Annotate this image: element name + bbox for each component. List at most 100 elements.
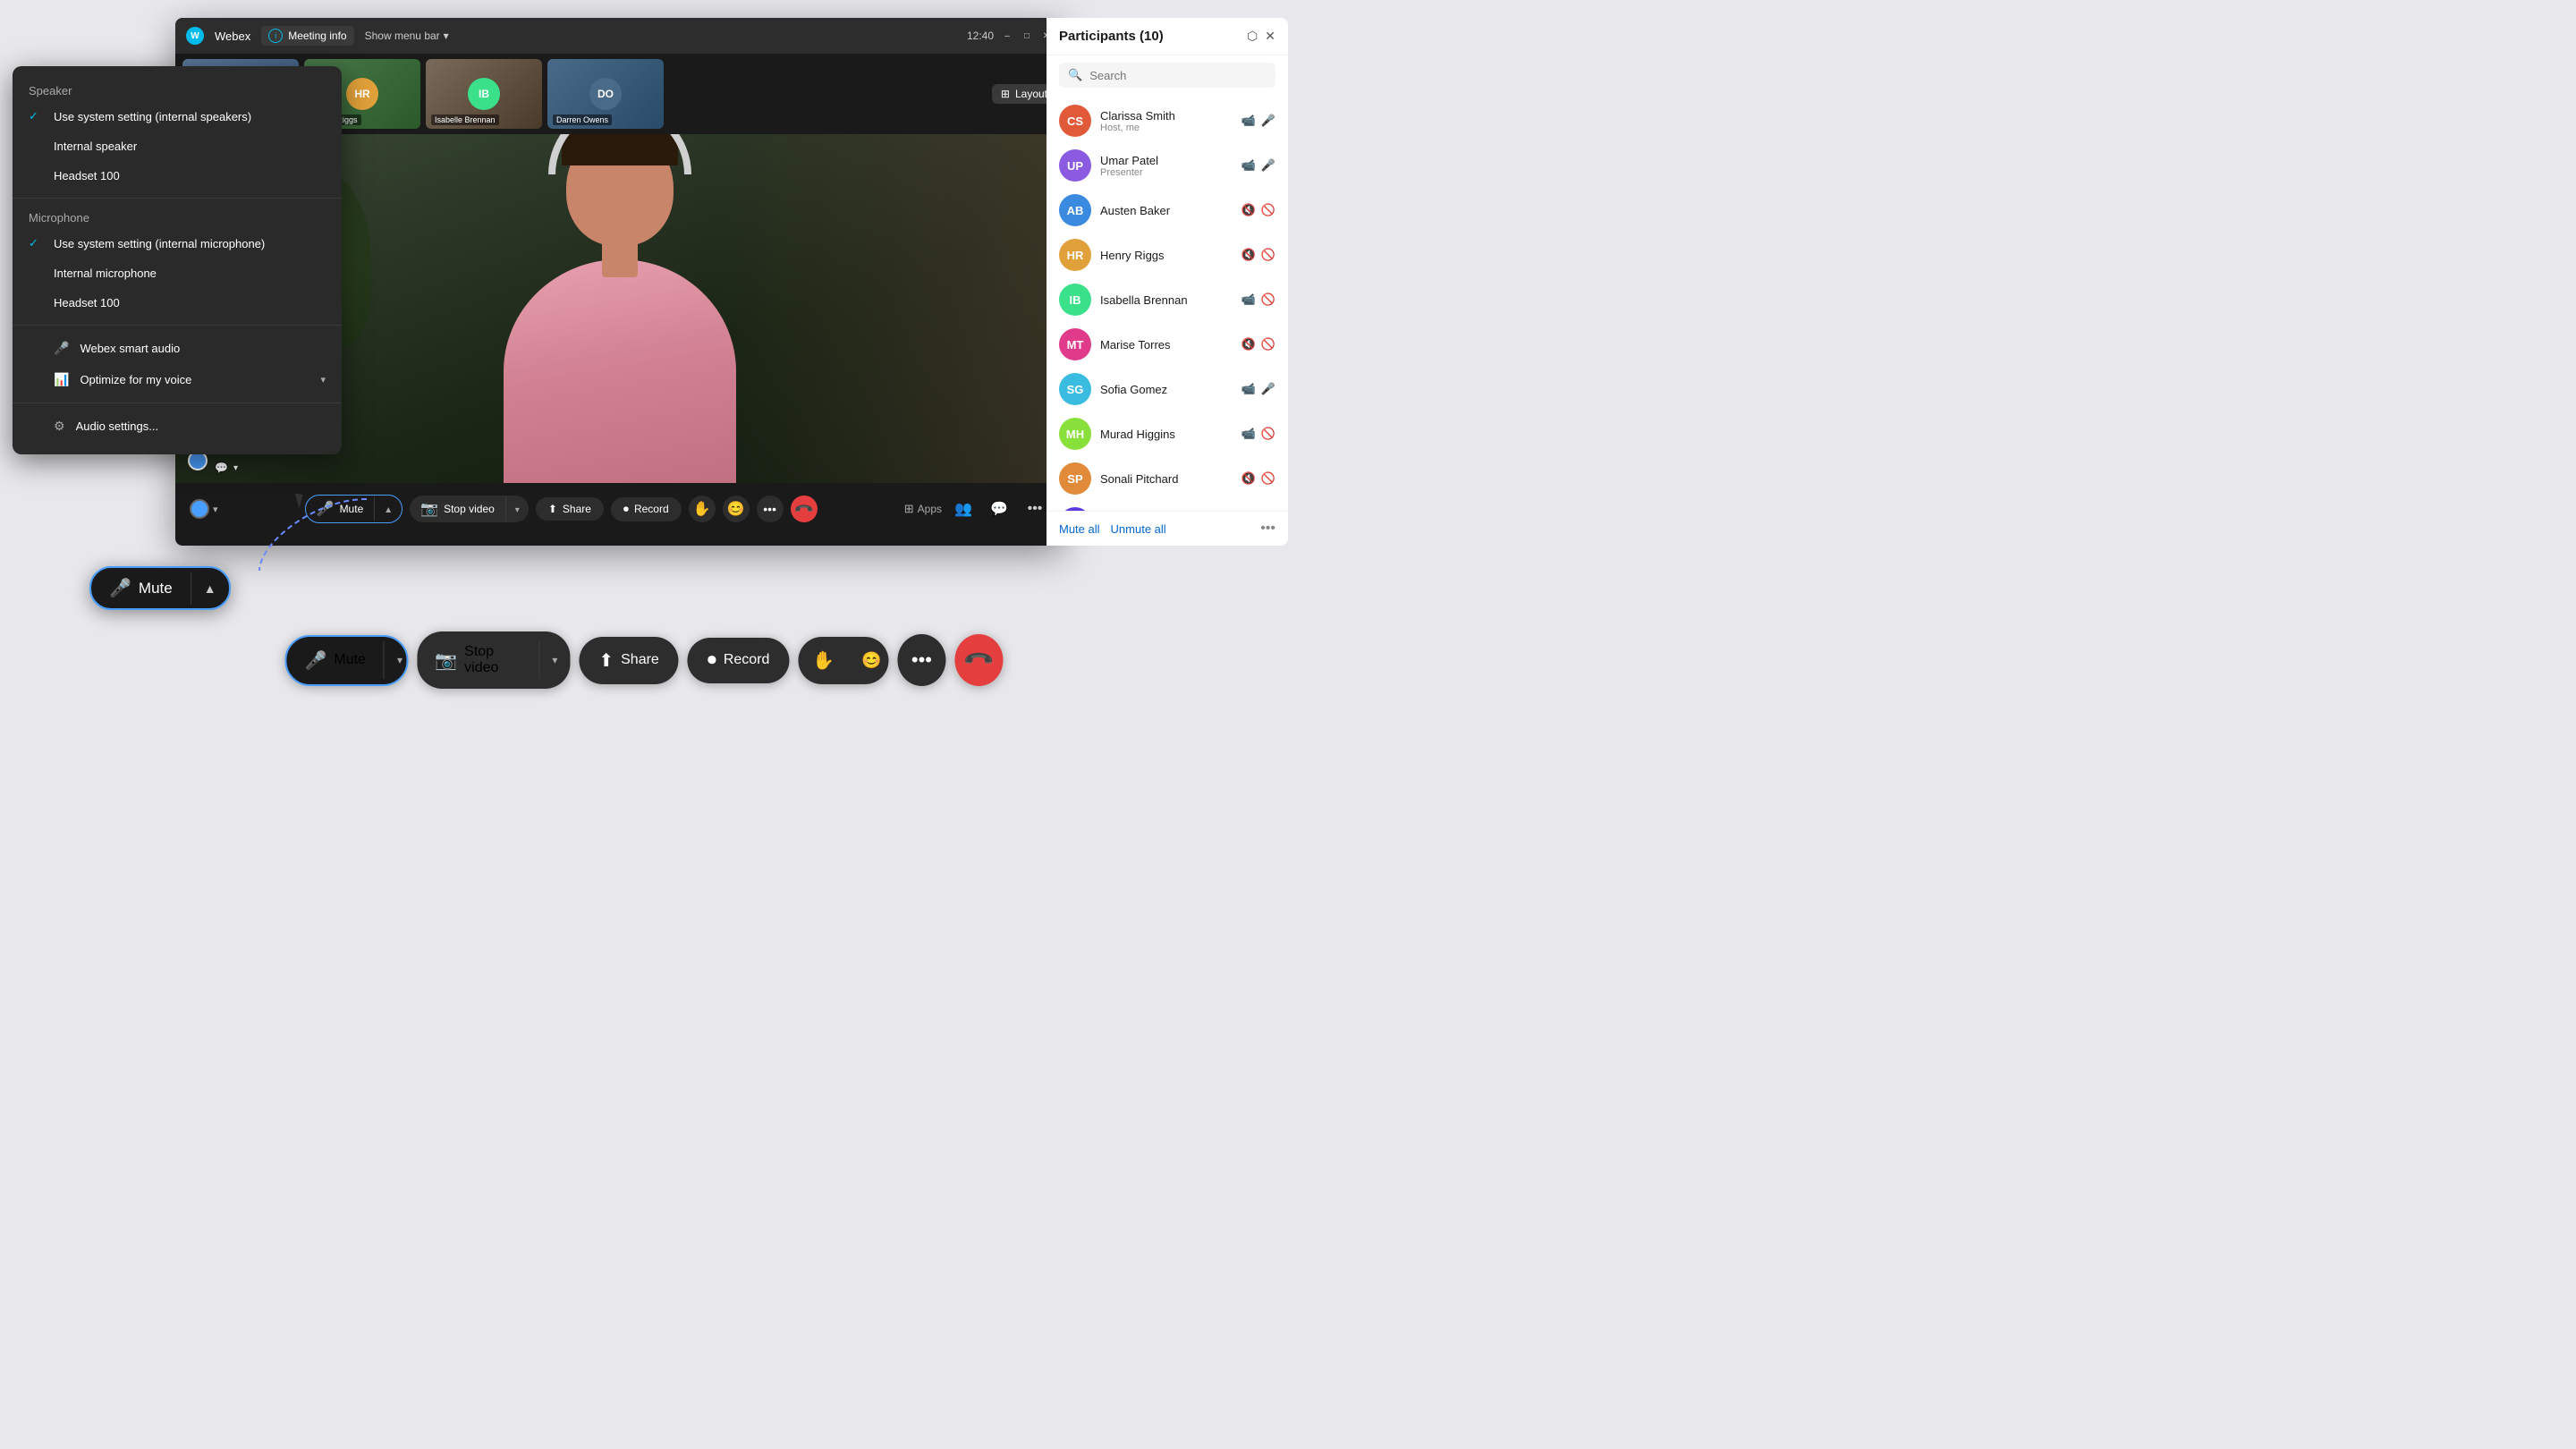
settings-icon: ⚙ — [54, 419, 65, 434]
toolbar-share-button[interactable]: ⬆ Share — [579, 637, 678, 684]
video-status-icon: 📹 — [1241, 382, 1256, 396]
toolbar-emoji-icon: 😊 — [861, 651, 881, 669]
participant-item-0[interactable]: CS Clarissa Smith Host, me 📹 🎤 — [1046, 98, 1288, 143]
participant-item-7[interactable]: MH Murad Higgins 📹 🚫 — [1046, 411, 1288, 456]
headset-mic-item[interactable]: Headset 100 — [13, 288, 342, 318]
activity-indicator — [190, 499, 209, 519]
toolbar-emoji-button[interactable]: 😊 — [849, 639, 888, 682]
mute-button-large[interactable]: 🎤 Mute ▲ — [89, 566, 231, 610]
unmute-all-button[interactable]: Unmute all — [1111, 522, 1166, 536]
audio-settings-label: Audio settings... — [76, 419, 159, 433]
search-input[interactable] — [1089, 69, 1267, 82]
mute-chevron-button[interactable]: ▲ — [374, 496, 402, 521]
expand-icon[interactable]: ⬡ — [1247, 29, 1258, 44]
participant-item-3[interactable]: HR Henry Riggs 🔇 🚫 — [1046, 233, 1288, 277]
participant-controls: 🔇 🚫 — [1241, 337, 1275, 352]
show-menu-button[interactable]: Show menu bar ▾ — [365, 30, 449, 42]
participant-avatar: CS — [1059, 105, 1091, 137]
stop-video-button-group[interactable]: 📷 Stop video ▾ — [410, 496, 529, 522]
emoji-icon: 😊 — [727, 500, 745, 518]
toolbar-reactions-group[interactable]: ✋ 😊 — [798, 637, 888, 684]
thumbnail-darren[interactable]: DO Darren Owens — [547, 59, 664, 129]
more-options-button[interactable]: ••• — [757, 496, 784, 522]
participant-controls: 🔇 🚫 — [1241, 248, 1275, 262]
mute-chevron-large-button[interactable]: ▲ — [191, 572, 229, 605]
mute-all-button[interactable]: Mute all — [1059, 522, 1100, 536]
mute-main-button[interactable]: 🎤 Mute — [306, 496, 375, 522]
thumbnail-darren-label: Darren Owens — [553, 114, 612, 125]
toolbar-video-chevron-icon: ▾ — [552, 654, 557, 666]
toolbar-mute-chevron[interactable]: ▾ — [384, 641, 408, 679]
meeting-info-button[interactable]: i Meeting info — [261, 26, 353, 46]
stop-video-main-button[interactable]: 📷 Stop video — [410, 496, 505, 522]
participant-avatar: SG — [1059, 373, 1091, 405]
panel-header: Participants (10) ⬡ ✕ — [1046, 18, 1288, 55]
participant-avatar: SP — [1059, 462, 1091, 495]
toolbar-stop-video-button[interactable]: 📷 Stop video — [417, 631, 538, 689]
chat-icon: 💬 — [990, 500, 1008, 518]
optimize-voice-item[interactable]: 📊 Optimize for my voice ▾ — [13, 364, 342, 395]
mute-button-group[interactable]: 🎤 Mute ▲ — [305, 495, 403, 523]
end-call-button[interactable]: 📞 — [791, 496, 818, 522]
audio-settings-item[interactable]: ⚙ Audio settings... — [13, 411, 342, 442]
participant-info: Isabella Brennan — [1100, 293, 1233, 307]
video-status-icon: 📹 — [1241, 114, 1256, 128]
video-status-icon: 📹 — [1241, 292, 1256, 307]
mute-main-large-button[interactable]: 🎤 Mute — [91, 568, 191, 608]
participant-item-9[interactable]: MB Matthew Baker 📹 🚫 — [1046, 501, 1288, 511]
footer-more-icon[interactable]: ••• — [1260, 521, 1275, 537]
chat-button[interactable]: 💬 — [985, 495, 1013, 523]
participant-name: Isabella Brennan — [1100, 293, 1233, 307]
use-system-mic-item[interactable]: ✓ Use system setting (internal microphon… — [13, 228, 342, 258]
participant-role: Host, me — [1100, 123, 1233, 133]
search-icon: 🔍 — [1068, 68, 1082, 82]
minimize-button[interactable]: – — [1001, 30, 1013, 42]
video-off-icon: 🔇 — [1241, 471, 1256, 486]
close-panel-icon[interactable]: ✕ — [1265, 29, 1275, 44]
maximize-button[interactable]: □ — [1021, 30, 1033, 42]
participant-item-5[interactable]: MT Marise Torres 🔇 🚫 — [1046, 322, 1288, 367]
reactions-button[interactable]: ✋ — [689, 496, 716, 522]
more-right-button[interactable]: ••• — [1021, 495, 1049, 523]
toolbar-stop-video-group[interactable]: 📷 Stop video ▾ — [417, 631, 570, 689]
stop-video-label: Stop video — [444, 503, 495, 515]
toolbar-record-button[interactable]: ⏺ Record — [688, 638, 790, 683]
participant-item-2[interactable]: AB Austen Baker 🔇 🚫 — [1046, 188, 1288, 233]
toolbar-mute-group[interactable]: 🎤 Mute ▾ — [284, 635, 408, 686]
participants-list: CS Clarissa Smith Host, me 📹 🎤 UP Umar P… — [1046, 95, 1288, 511]
internal-speaker-item[interactable]: Internal speaker — [13, 131, 342, 161]
apps-button[interactable]: ⊞ Apps — [904, 502, 942, 516]
toolbar-stop-video-chevron[interactable]: ▾ — [538, 641, 570, 679]
headset-speaker-item[interactable]: Headset 100 — [13, 161, 342, 191]
toolbar-mute-button[interactable]: 🎤 Mute — [286, 637, 383, 684]
share-label: Share — [563, 503, 591, 515]
audio-menu: Speaker ✓ Use system setting (internal s… — [13, 66, 342, 454]
stop-video-chevron-button[interactable]: ▾ — [505, 496, 529, 521]
toolbar-mic-icon: 🎤 — [304, 649, 326, 672]
apps-label: Apps — [918, 503, 942, 515]
headset-speaker-label: Headset 100 — [54, 169, 120, 182]
participants-button[interactable]: 👥 — [949, 495, 978, 523]
app-name: Webex — [215, 30, 250, 43]
webex-smart-audio-item[interactable]: 🎤 Webex smart audio — [13, 333, 342, 364]
participant-item-1[interactable]: UP Umar Patel Presenter 📹 🎤 — [1046, 143, 1288, 188]
mic-status-icon: 🎤 — [1261, 382, 1275, 396]
menu-divider-1 — [13, 198, 342, 199]
emoji-button[interactable]: 😊 — [723, 496, 750, 522]
share-button[interactable]: ⬆ Share — [536, 497, 604, 521]
thumbnail-isabelle[interactable]: IB Isabelle Brennan — [426, 59, 542, 129]
toolbar-hand-button[interactable]: ✋ — [798, 637, 849, 684]
record-button[interactable]: ⏺ Record — [611, 497, 682, 521]
use-system-speaker-item[interactable]: ✓ Use system setting (internal speakers) — [13, 101, 342, 131]
participant-item-4[interactable]: IB Isabella Brennan 📹 🚫 — [1046, 277, 1288, 322]
microphone-section-title: Microphone — [13, 206, 342, 228]
toolbar-end-call-button[interactable]: 📞 — [954, 634, 1003, 686]
mic-status-icon: 🚫 — [1261, 292, 1275, 307]
bottom-toolbar-large: 🎤 Mute ▾ 📷 Stop video ▾ ⬆ Share ⏺ Record… — [284, 631, 1003, 689]
internal-mic-item[interactable]: Internal microphone — [13, 258, 342, 288]
mute-microphone-icon: 🎤 — [109, 577, 131, 599]
reaction-area: 💬 ▾ — [215, 462, 238, 474]
participant-item-8[interactable]: SP Sonali Pitchard 🔇 🚫 — [1046, 456, 1288, 501]
participant-item-6[interactable]: SG Sofia Gomez 📹 🎤 — [1046, 367, 1288, 411]
toolbar-more-button[interactable]: ••• — [897, 634, 945, 686]
